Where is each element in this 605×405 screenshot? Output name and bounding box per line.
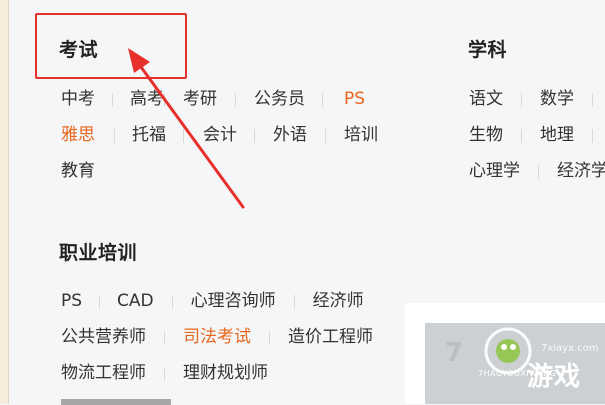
separator bbox=[254, 128, 255, 143]
exam-link-training[interactable]: 培训 bbox=[344, 127, 378, 144]
subject-link-biology[interactable]: 生物 bbox=[469, 127, 503, 144]
subject-link-psychology[interactable]: 心理学 bbox=[469, 163, 520, 180]
vocational-link-cad[interactable]: CAD bbox=[117, 293, 154, 310]
separator bbox=[538, 164, 539, 179]
subject-section-title: 学科 bbox=[468, 39, 508, 61]
watermark-site: 7xiayx.com bbox=[541, 343, 599, 354]
separator bbox=[171, 294, 173, 309]
vocational-section-title: 职业培训 bbox=[59, 242, 138, 264]
vocational-link-counselor[interactable]: 心理咨询师 bbox=[191, 293, 276, 310]
vocational-row-1: PS CAD 心理咨询师 经济师 bbox=[61, 293, 364, 310]
exam-link-accounting[interactable]: 会计 bbox=[203, 127, 237, 144]
vocational-link-nutritionist[interactable]: 公共营养师 bbox=[61, 329, 146, 346]
vocational-link-logistics-engineer[interactable]: 物流工程师 bbox=[61, 365, 146, 382]
exam-link-ielts[interactable]: 雅思 bbox=[61, 127, 95, 144]
subject-link-math[interactable]: 数学 bbox=[540, 91, 574, 108]
annotation-highlight-box bbox=[35, 13, 187, 79]
subject-row-2: 生物 地理 bbox=[469, 127, 593, 144]
exam-link-gaokao[interactable]: 高考 bbox=[130, 91, 164, 108]
vocational-link-judicial-exam[interactable]: 司法考试 bbox=[183, 329, 251, 346]
left-rail bbox=[0, 0, 8, 404]
exam-row-2: 雅思 托福 会计 外语 培训 bbox=[61, 127, 378, 144]
cutoff-text bbox=[61, 399, 171, 405]
subject-link-chinese[interactable]: 语文 bbox=[469, 91, 503, 108]
vocational-link-economist[interactable]: 经济师 bbox=[313, 293, 364, 310]
separator bbox=[114, 128, 115, 143]
separator bbox=[322, 92, 323, 107]
subject-row-1: 语文 数学 bbox=[469, 91, 593, 108]
separator bbox=[235, 92, 236, 107]
vocational-row-2: 公共营养师 司法考试 造价工程师 bbox=[61, 329, 373, 346]
exam-link-toefl[interactable]: 托福 bbox=[132, 127, 166, 144]
separator bbox=[592, 128, 593, 143]
vocational-link-ps[interactable]: PS bbox=[61, 293, 82, 310]
exam-row-3: 教育 bbox=[61, 163, 95, 180]
separator bbox=[521, 92, 522, 107]
exam-link-zhongkao[interactable]: 中考 bbox=[61, 91, 95, 108]
separator bbox=[112, 92, 113, 107]
subject-row-3: 心理学 经济学 bbox=[469, 163, 605, 180]
vocational-link-financial-planner[interactable]: 理财规划师 bbox=[183, 365, 268, 382]
separator bbox=[293, 294, 295, 309]
exam-link-foreign-language[interactable]: 外语 bbox=[273, 127, 307, 144]
separator bbox=[325, 128, 326, 143]
exam-link-kaoyan[interactable]: 考研 bbox=[183, 91, 217, 108]
separator bbox=[164, 92, 165, 107]
exam-row-1: 中考 高考 考研 公务员 PS bbox=[61, 91, 365, 108]
separator bbox=[592, 92, 593, 107]
subject-link-economics[interactable]: 经济学 bbox=[557, 163, 605, 180]
vocational-link-cost-engineer[interactable]: 造价工程师 bbox=[288, 329, 373, 346]
subject-link-geography[interactable]: 地理 bbox=[540, 127, 574, 144]
separator bbox=[269, 330, 270, 345]
separator bbox=[164, 366, 165, 381]
vocational-row-4-cutoff bbox=[61, 399, 171, 405]
separator bbox=[183, 128, 184, 143]
exam-link-gongwuyuan[interactable]: 公务员 bbox=[254, 91, 305, 108]
separator bbox=[164, 330, 165, 345]
separator bbox=[521, 128, 522, 143]
watermark-brand: 游戏 bbox=[527, 362, 582, 392]
exam-link-education[interactable]: 教育 bbox=[61, 163, 95, 180]
vocational-row-3: 物流工程师 理财规划师 bbox=[61, 365, 268, 382]
exam-link-ps[interactable]: PS bbox=[344, 91, 365, 108]
separator bbox=[99, 294, 101, 309]
